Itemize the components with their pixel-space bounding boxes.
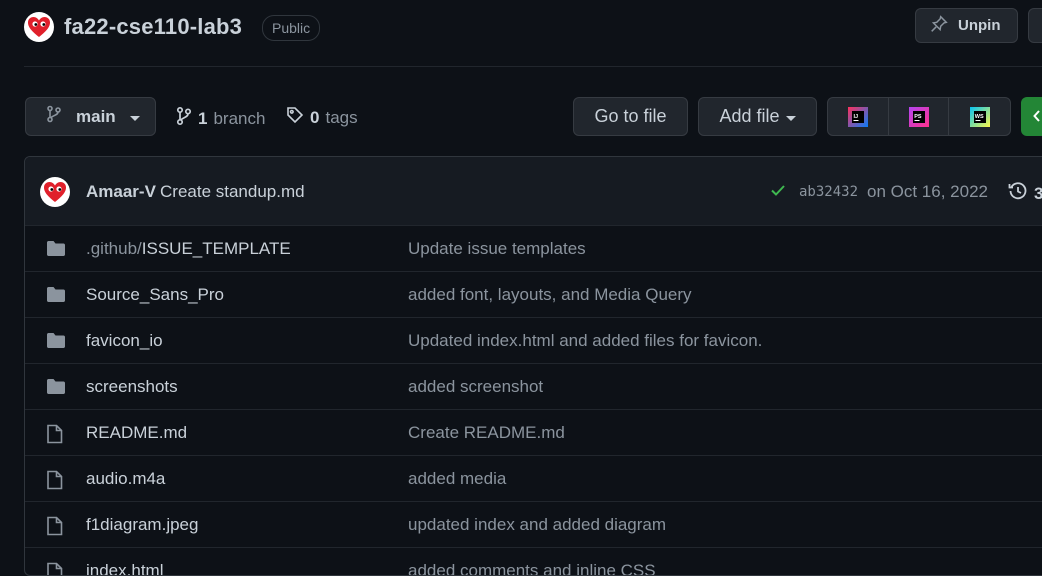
file-name-link[interactable]: Source_Sans_Pro (86, 285, 224, 305)
tags-link[interactable]: 0 tags (286, 106, 358, 129)
file-icon (46, 470, 63, 495)
svg-text:IJ: IJ (853, 114, 858, 120)
add-file-button[interactable]: Add file (698, 97, 817, 136)
intellij-idea-icon[interactable]: IJ (828, 98, 889, 135)
webstorm-icon[interactable]: WS (949, 98, 1010, 135)
commit-author[interactable]: Amaar-V (86, 182, 156, 202)
svg-text:PS: PS (914, 114, 922, 120)
folder-icon (46, 332, 66, 354)
file-name-link[interactable]: README.md (86, 423, 187, 443)
file-name: README.md (86, 423, 188, 442)
file-name-link[interactable]: index.html (86, 561, 164, 576)
header-divider (24, 66, 1042, 67)
file-commit-message[interactable]: updated index and added diagram (408, 515, 666, 535)
file-icon (46, 516, 63, 541)
git-branch-icon (46, 105, 62, 128)
go-to-file-button[interactable]: Go to file (573, 97, 688, 136)
check-icon[interactable] (770, 183, 786, 202)
repo-action-button[interactable] (1028, 8, 1042, 43)
repo-name[interactable]: fa22-cse110-lab3 (64, 14, 242, 40)
file-row[interactable]: favicon_io Updated index.html and added f… (25, 317, 1042, 363)
file-name: audio.m4a (86, 469, 166, 488)
file-browser: Amaar-V Create standup.md ab32432 on Oct… (24, 156, 1042, 576)
folder-icon (46, 240, 66, 262)
file-icon (46, 424, 63, 449)
file-commit-message[interactable]: added font, layouts, and Media Query (408, 285, 692, 305)
chevron-down-icon (129, 107, 140, 127)
phpstorm-icon[interactable]: PS (889, 98, 950, 135)
tag-word: tags (325, 107, 358, 127)
commits-count: 3 (1034, 184, 1042, 204)
file-name: screenshots (86, 377, 178, 396)
folder-icon (46, 378, 66, 400)
code-button[interactable] (1021, 97, 1042, 136)
file-name-link[interactable]: screenshots (86, 377, 178, 397)
file-commit-message[interactable]: added screenshot (408, 377, 543, 397)
folder-icon (46, 286, 66, 308)
file-commit-message[interactable]: added media (408, 469, 506, 489)
add-file-label: Add file (719, 106, 780, 126)
file-commit-message[interactable]: added comments and inline CSS (408, 561, 656, 575)
file-name-link[interactable]: .github/ISSUE_TEMPLATE (86, 239, 291, 259)
history-icon (1008, 181, 1028, 206)
file-name-link[interactable]: audio.m4a (86, 469, 165, 489)
latest-commit-bar: Amaar-V Create standup.md ab32432 on Oct… (25, 157, 1042, 226)
unpin-button[interactable]: Unpin (915, 8, 1018, 43)
commit-author-avatar[interactable] (40, 177, 70, 207)
repo-owner-avatar[interactable] (24, 12, 54, 42)
visibility-badge: Public (262, 15, 321, 41)
unpin-label: Unpin (958, 17, 1001, 34)
file-commit-message[interactable]: Create README.md (408, 423, 565, 443)
file-name-link[interactable]: f1diagram.jpeg (86, 515, 198, 535)
file-row[interactable]: README.md Create README.md (25, 409, 1042, 455)
branch-selector[interactable]: main (25, 97, 156, 136)
commit-history-link[interactable]: 3 (1008, 181, 1042, 206)
branch-word: branch (213, 108, 266, 128)
file-name: Source_Sans_Pro (86, 285, 224, 304)
branch-name: main (76, 106, 116, 126)
tag-icon (286, 106, 304, 129)
file-row[interactable]: audio.m4a added media (25, 455, 1042, 501)
branch-count: 1 (198, 108, 208, 128)
svg-text:WS: WS (974, 114, 983, 120)
file-commit-message[interactable]: Update issue templates (408, 239, 586, 259)
git-branch-icon (176, 106, 192, 131)
file-name: index.html (86, 561, 164, 576)
file-name: favicon_io (86, 331, 163, 350)
file-name-link[interactable]: favicon_io (86, 331, 163, 351)
file-path-prefix: .github/ (86, 239, 142, 258)
commit-date: on Oct 16, 2022 (867, 182, 988, 201)
file-row[interactable]: screenshots added screenshot (25, 363, 1042, 409)
file-name: ISSUE_TEMPLATE (141, 239, 291, 258)
commit-sha[interactable]: ab32432 (799, 184, 858, 200)
chevron-down-icon (785, 106, 796, 127)
pin-icon (930, 14, 948, 37)
file-icon (46, 562, 63, 575)
branches-link[interactable]: 1 branch (176, 106, 265, 131)
file-row[interactable]: f1diagram.jpeg updated index and added di… (25, 501, 1042, 547)
file-name: f1diagram.jpeg (86, 515, 199, 534)
ide-button-group: IJ PS WS (827, 97, 1011, 136)
file-row[interactable]: index.html added comments and inline CSS (25, 547, 1042, 576)
tag-count: 0 (310, 107, 320, 127)
code-icon (1033, 109, 1042, 128)
file-row[interactable]: .github/ISSUE_TEMPLATE Update issue templ… (25, 225, 1042, 271)
file-row[interactable]: Source_Sans_Pro added font, layouts, and … (25, 271, 1042, 317)
file-commit-message[interactable]: Updated index.html and added files for f… (408, 331, 762, 351)
commit-message[interactable]: Create standup.md (160, 182, 305, 202)
